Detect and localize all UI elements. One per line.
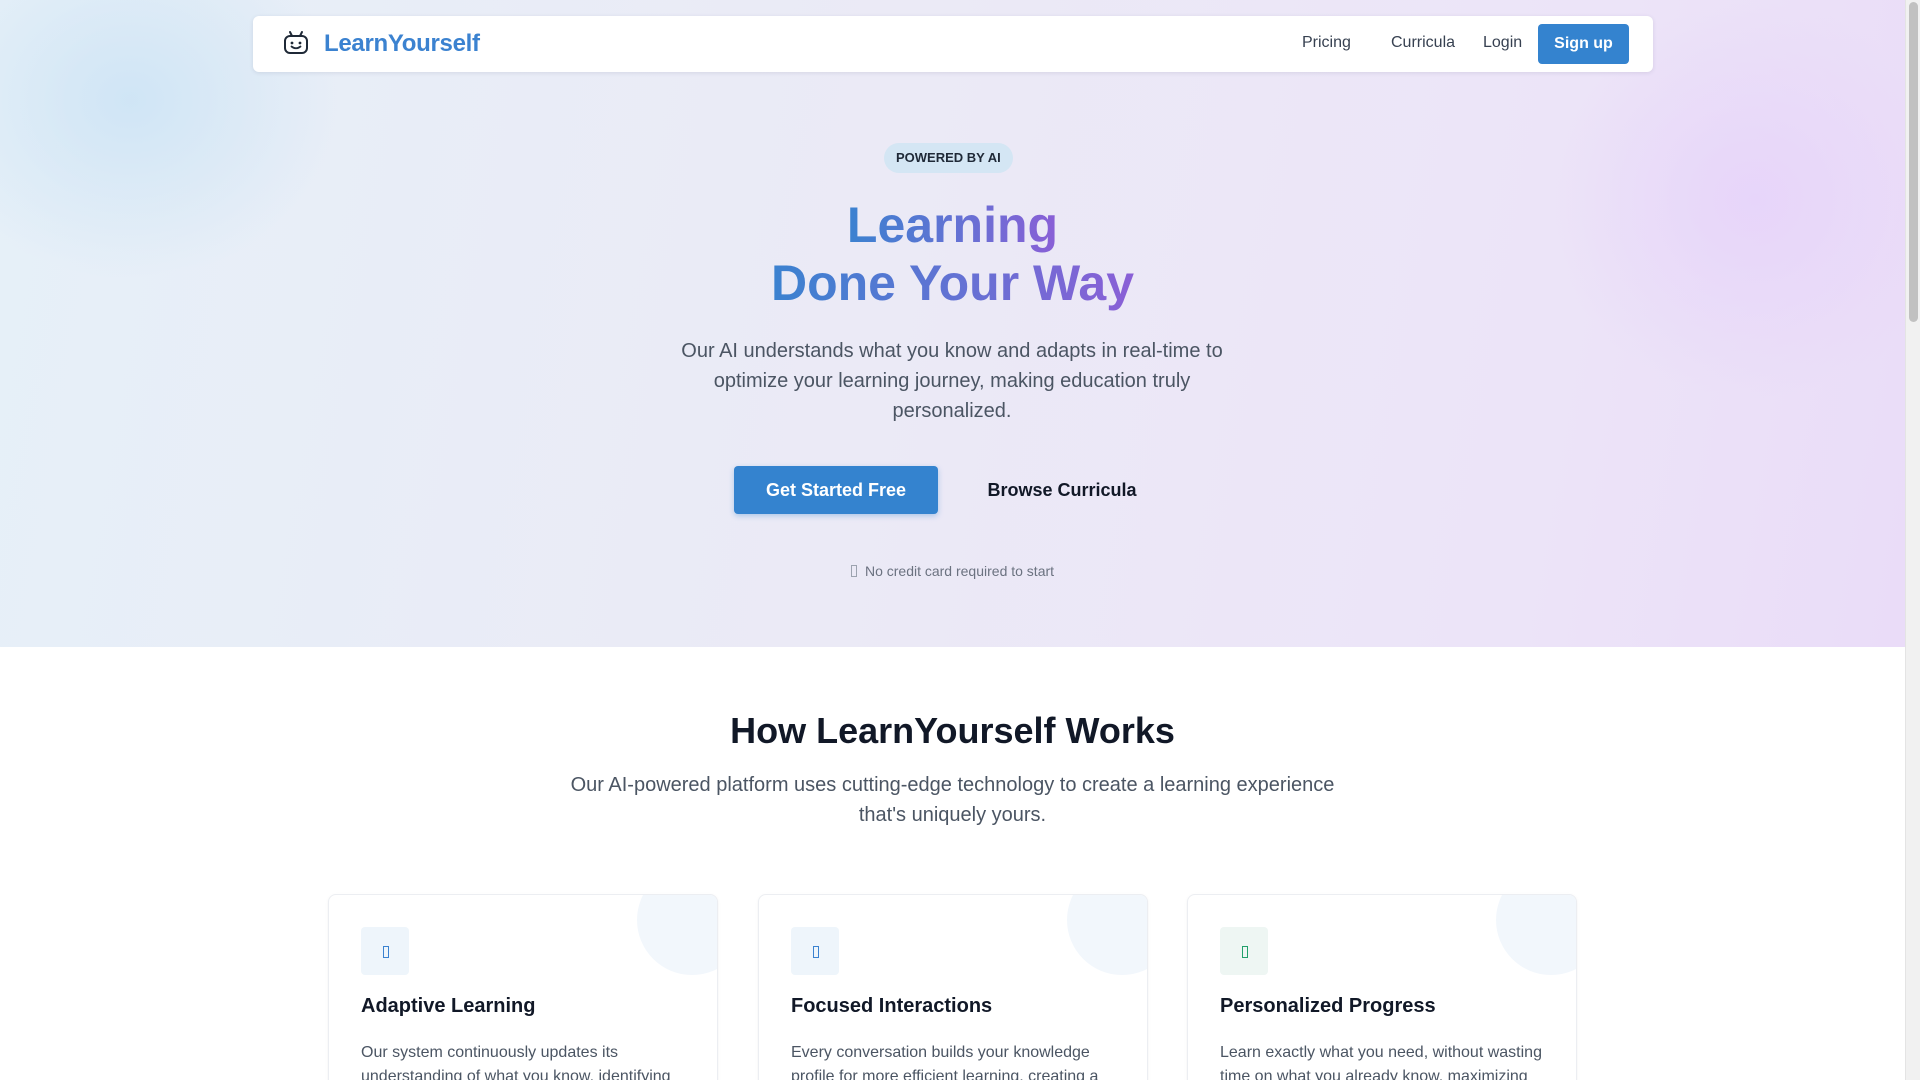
- card-text: Every conversation builds your knowledge…: [791, 1044, 1099, 1080]
- nav-link-pricing[interactable]: Pricing: [1302, 34, 1351, 52]
- hero-section: LearnYourself Pricing Curricula Login Si…: [0, 0, 1905, 647]
- feature-card-focused-interactions: Focused Interactions Every conversation …: [758, 894, 1148, 1080]
- missing-glyph-icon: [850, 565, 857, 577]
- browse-curricula-button[interactable]: Browse Curricula: [968, 466, 1156, 514]
- feature-card-adaptive-learning: Adaptive Learning Our system continuousl…: [328, 894, 718, 1080]
- missing-glyph-icon: [813, 946, 819, 958]
- card-decoration-circle: [1496, 895, 1576, 975]
- how-it-works-subtitle: Our AI-powered platform uses cutting-edg…: [570, 774, 1335, 826]
- signup-button[interactable]: Sign up: [1538, 24, 1629, 64]
- vertical-scrollbar[interactable]: [1905, 0, 1920, 1080]
- smiley-logo-icon[interactable]: [283, 30, 309, 56]
- card-text: Our system continuously updates its unde…: [361, 1044, 671, 1080]
- hero-subtitle: Our AI understands what you know and ada…: [681, 340, 1223, 422]
- scrollbar-thumb[interactable]: [1909, 2, 1918, 322]
- brand-name[interactable]: LearnYourself: [324, 30, 480, 58]
- top-navbar: LearnYourself Pricing Curricula Login Si…: [253, 16, 1653, 72]
- card-text: Learn exactly what you need, without was…: [1220, 1044, 1542, 1080]
- powered-by-ai-badge: POWERED BY AI: [884, 143, 1013, 173]
- hero-title-line1: Learning: [846, 197, 1059, 253]
- card-icon-box: [1220, 927, 1268, 975]
- card-title: Adaptive Learning: [361, 995, 536, 1017]
- hero-title-line2: Done Your Way: [770, 255, 1134, 311]
- card-title: Personalized Progress: [1220, 995, 1436, 1017]
- card-title: Focused Interactions: [791, 995, 993, 1017]
- no-credit-card-text: No credit card required to start: [864, 563, 1055, 579]
- feature-card-personalized-progress: Personalized Progress Learn exactly what…: [1187, 894, 1577, 1080]
- card-decoration-circle: [637, 895, 717, 975]
- card-icon-box: [791, 927, 839, 975]
- missing-glyph-icon: [1242, 946, 1248, 958]
- get-started-button[interactable]: Get Started Free: [734, 466, 938, 514]
- card-decoration-circle: [1067, 895, 1147, 975]
- no-credit-card-note: No credit card required to start: [0, 563, 1905, 579]
- nav-link-login[interactable]: Login: [1483, 34, 1522, 52]
- how-it-works-title: How LearnYourself Works: [730, 710, 1175, 751]
- nav-link-curricula[interactable]: Curricula: [1391, 34, 1455, 52]
- page: LearnYourself Pricing Curricula Login Si…: [0, 0, 1905, 1080]
- hero-title: Learning Done Your Way: [0, 196, 1905, 312]
- missing-glyph-icon: [383, 946, 389, 958]
- card-icon-box: [361, 927, 409, 975]
